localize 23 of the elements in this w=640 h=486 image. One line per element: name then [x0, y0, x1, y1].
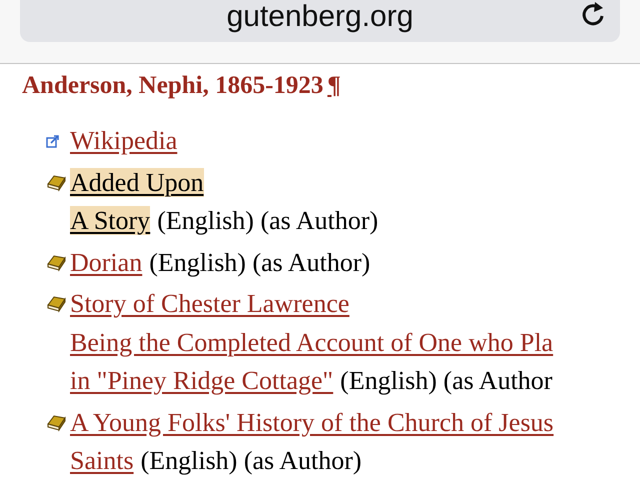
author-heading: Anderson, Nephi, 1865-1923 [22, 72, 324, 99]
book-title-link[interactable]: A Story [70, 206, 150, 235]
book-icon [46, 254, 66, 272]
url-text: gutenberg.org [226, 1, 414, 33]
book-icon [46, 295, 66, 313]
book-title-link[interactable]: A Young Folks' History of the Church of Jesus [70, 408, 554, 436]
book-icon [46, 414, 66, 432]
book-icon [46, 174, 66, 192]
book-title-link[interactable]: Dorian [70, 248, 142, 276]
pilcrow-link[interactable]: ¶ [327, 72, 341, 99]
book-title-link[interactable]: Story of Chester Lawrence [70, 289, 350, 318]
language-role-text: (English) (as Author [340, 366, 552, 395]
reload-icon[interactable] [580, 0, 606, 28]
language-role-text: (English) (as Author) [140, 446, 362, 475]
external-link-icon [46, 134, 60, 148]
book-title-link[interactable]: Added Upon [70, 168, 204, 196]
book-title-link[interactable]: Being the Completed Account of One who Pla [70, 328, 554, 356]
language-role-text: (English) (as Author) [157, 206, 378, 235]
book-title-link[interactable]: Saints [70, 446, 134, 475]
book-title-link[interactable]: in "Piney Ridge Cottage" [70, 366, 334, 395]
language-role-text: (English) (as Author) [149, 248, 370, 276]
address-bar[interactable]: gutenberg.org [20, 0, 620, 42]
book-title-link[interactable]: Wikipedia [70, 126, 178, 155]
